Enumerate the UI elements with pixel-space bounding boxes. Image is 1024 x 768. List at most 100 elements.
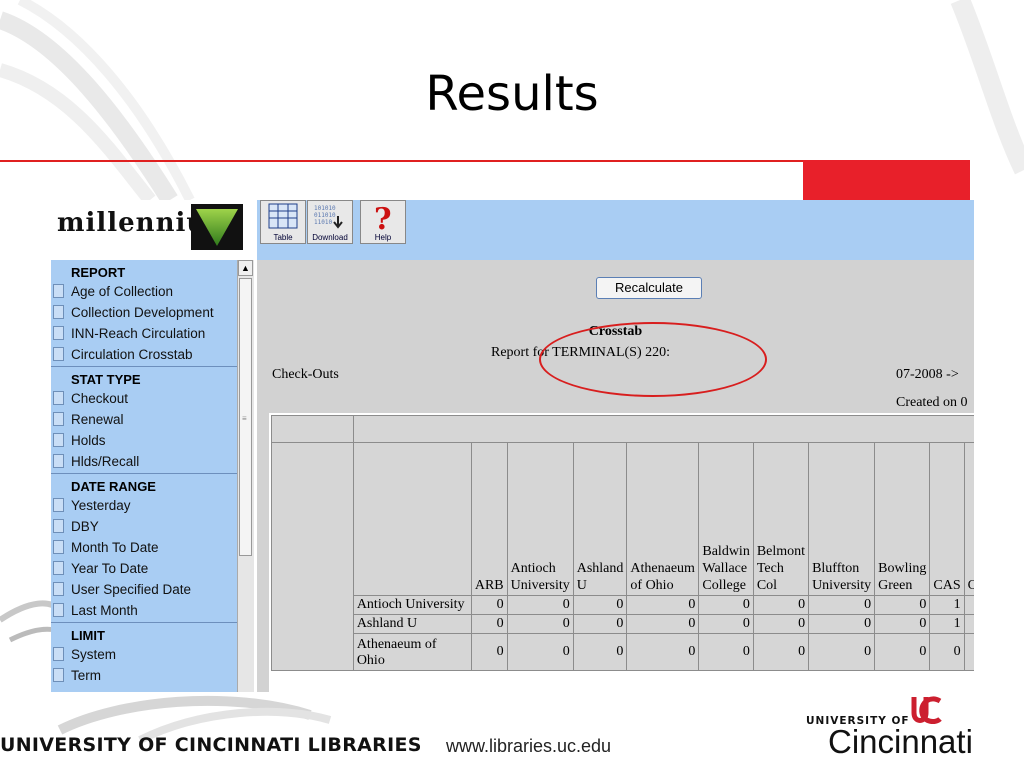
checkbox[interactable] [53, 561, 64, 575]
table-cell: 0 [572, 633, 628, 671]
sidebar-item-dby[interactable]: DBY [51, 516, 237, 537]
checkbox[interactable] [53, 540, 64, 554]
item-label: Year To Date [71, 561, 149, 576]
sidebar-item-year-to-date[interactable]: Year To Date [51, 558, 237, 579]
sidebar-item-term[interactable]: Term [51, 665, 237, 686]
checkbox[interactable] [53, 454, 64, 468]
millennium-logo: millennium [51, 200, 257, 260]
sidebar-item-holds[interactable]: Holds [51, 430, 237, 451]
section-title: STAT TYPE [71, 372, 141, 387]
checkbox[interactable] [53, 603, 64, 617]
row-label-header [352, 442, 472, 596]
table-row: Antioch University 0 0 0 0 0 0 0 0 1 [272, 595, 974, 615]
checkbox[interactable] [53, 412, 64, 426]
svg-text:?: ? [374, 202, 392, 232]
table-button[interactable]: Table [260, 200, 306, 244]
table-cell: 0 [698, 614, 754, 634]
download-label: Download [312, 233, 348, 242]
table-icon [268, 203, 298, 229]
table-cell: 0 [572, 595, 628, 615]
section-title: LIMIT [71, 628, 105, 643]
section-title: REPORT [71, 265, 126, 280]
table-cell: 0 [929, 633, 965, 671]
column-header: ARB [470, 442, 508, 596]
item-label: Checkout [71, 391, 129, 406]
table-cell: 0 [698, 633, 754, 671]
row-header: Antioch University [352, 595, 472, 615]
column-header: Bowling Green [874, 442, 931, 596]
sidebar-item-inn-reach-circulation[interactable]: INN-Reach Circulation [51, 323, 237, 344]
table-cell: 0 [874, 633, 931, 671]
table-cell: 0 [470, 595, 508, 615]
recalculate-button[interactable]: Recalculate [596, 277, 702, 299]
table-cell: 0 [626, 595, 700, 615]
sidebar-item-yesterday[interactable]: Yesterday [51, 495, 237, 516]
checkbox[interactable] [53, 647, 64, 661]
item-label: User Specified Date [71, 582, 192, 597]
table-cell [963, 614, 974, 634]
checkbox[interactable] [53, 326, 64, 340]
checkbox[interactable] [53, 391, 64, 405]
help-icon: ? [374, 202, 392, 237]
checkbox[interactable] [53, 668, 64, 682]
table-cell: 0 [470, 614, 508, 634]
item-label: Renewal [71, 412, 124, 427]
table-cell: 0 [752, 614, 810, 634]
item-label: Yesterday [71, 498, 131, 513]
checkbox[interactable] [53, 347, 64, 361]
scroll-up-icon[interactable]: ▲ [238, 260, 253, 276]
table-cell: 0 [874, 614, 931, 634]
sidebar-item-renewal[interactable]: Renewal [51, 409, 237, 430]
sidebar-section-limit: LIMIT System Term [51, 623, 237, 687]
highlight-oval [539, 322, 767, 397]
download-icon: 101010 011010 11010 [314, 205, 343, 229]
table-row: Athenaeum of Ohio 0 0 0 0 0 0 0 0 0 [272, 633, 974, 671]
help-button[interactable]: ? Help [360, 200, 406, 244]
table-header-row: ARB Antioch University Ashland U Athenae… [271, 442, 974, 671]
item-label: INN-Reach Circulation [71, 326, 206, 341]
checkbox[interactable] [53, 498, 64, 512]
column-header: Baldwin Wallace College [698, 442, 754, 596]
table-cell: 0 [808, 633, 876, 671]
column-header: C [963, 442, 974, 596]
sidebar-item-collection-development[interactable]: Collection Development [51, 302, 237, 323]
sidebar-section-stat-type: STAT TYPE Checkout Renewal Holds Hlds/Re… [51, 367, 237, 474]
item-label: Holds [71, 433, 106, 448]
checkbox[interactable] [53, 519, 64, 533]
item-label: Age of Collection [71, 284, 174, 299]
table-cell: 0 [470, 633, 508, 671]
sidebar-item-month-to-date[interactable]: Month To Date [51, 537, 237, 558]
checkbox[interactable] [53, 433, 64, 447]
sidebar-item-hlds-recall[interactable]: Hlds/Recall [51, 451, 237, 472]
scroll-thumb[interactable]: ≡ [239, 278, 252, 556]
svg-text:101010: 101010 [314, 205, 336, 212]
sidebar: REPORT Age of Collection Collection Deve… [51, 260, 238, 692]
checkbox[interactable] [53, 284, 64, 298]
table-cell: 1 [929, 614, 965, 634]
uc-logo-icon [911, 696, 942, 724]
checkbox[interactable] [53, 305, 64, 319]
logo-mark-icon [191, 204, 243, 250]
row-header: Athenaeum of Ohio [352, 633, 472, 671]
sidebar-item-last-month[interactable]: Last Month [51, 600, 237, 621]
sidebar-item-age-of-collection[interactable]: Age of Collection [51, 281, 237, 302]
table-cell: 0 [506, 633, 574, 671]
uc-cincinnati: Cincinnati [828, 723, 973, 760]
header-band [352, 415, 974, 443]
item-label: DBY [71, 519, 99, 534]
column-header: Athenaeum of Ohio [626, 442, 700, 596]
sidebar-scrollbar[interactable]: ▲ ≡ [237, 260, 254, 692]
sidebar-item-user-specified-date[interactable]: User Specified Date [51, 579, 237, 600]
sidebar-item-system[interactable]: System [51, 644, 237, 665]
column-header: Ashland U [572, 442, 628, 596]
sidebar-item-circulation-crosstab[interactable]: Circulation Crosstab [51, 344, 237, 365]
crosstab-frame: ARB Antioch University Ashland U Athenae… [269, 413, 974, 692]
date-range: 07-2008 -> [896, 367, 959, 382]
sidebar-item-checkout[interactable]: Checkout [51, 388, 237, 409]
grip-icon: ≡ [242, 414, 247, 423]
table-cell: 0 [752, 633, 810, 671]
download-button[interactable]: 101010 011010 11010 Download [307, 200, 353, 244]
item-label: Hlds/Recall [71, 454, 140, 469]
row-header: Ashland U [352, 614, 472, 634]
checkbox[interactable] [53, 582, 64, 596]
